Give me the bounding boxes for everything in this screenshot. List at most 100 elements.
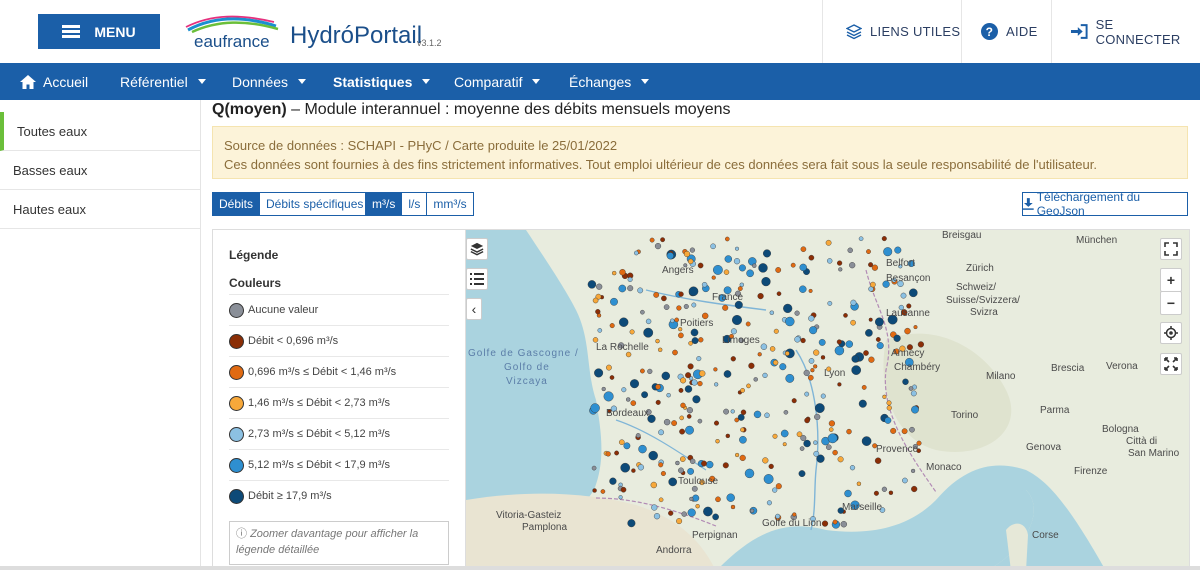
station-point[interactable]	[808, 358, 815, 364]
station-point[interactable]	[814, 413, 821, 421]
station-point[interactable]	[799, 263, 807, 272]
station-point[interactable]	[698, 337, 704, 343]
station-point[interactable]	[605, 364, 612, 371]
unit-m3s-button[interactable]: m³/s	[365, 192, 403, 216]
station-point[interactable]	[633, 250, 639, 256]
station-point[interactable]	[625, 397, 631, 402]
station-point[interactable]	[711, 275, 716, 280]
station-point[interactable]	[733, 258, 741, 265]
station-point[interactable]	[590, 403, 600, 413]
station-point[interactable]	[762, 372, 768, 379]
station-point[interactable]	[597, 328, 603, 333]
station-point[interactable]	[744, 468, 755, 479]
station-point[interactable]	[654, 243, 662, 250]
station-point[interactable]	[618, 317, 629, 327]
station-point[interactable]	[594, 368, 604, 378]
station-point[interactable]	[680, 377, 687, 384]
station-point[interactable]	[689, 458, 696, 465]
station-point[interactable]	[627, 285, 634, 292]
station-point[interactable]	[784, 351, 790, 356]
station-point[interactable]	[881, 236, 887, 242]
station-point[interactable]	[730, 504, 736, 510]
station-point[interactable]	[827, 301, 833, 306]
station-point[interactable]	[705, 460, 714, 469]
station-point[interactable]	[843, 313, 848, 318]
station-point[interactable]	[722, 462, 729, 469]
station-point[interactable]	[746, 383, 751, 389]
station-point[interactable]	[858, 236, 864, 241]
station-point[interactable]	[813, 450, 820, 457]
station-point[interactable]	[686, 414, 692, 419]
sidebar-item-basses-eaux[interactable]: Basses eaux	[0, 151, 200, 190]
station-point[interactable]	[753, 410, 762, 419]
station-point[interactable]	[813, 349, 820, 356]
station-point[interactable]	[883, 247, 893, 257]
station-point[interactable]	[592, 488, 597, 493]
station-point[interactable]	[772, 487, 778, 493]
station-point[interactable]	[587, 280, 597, 289]
station-point[interactable]	[637, 287, 644, 294]
station-point[interactable]	[619, 269, 626, 276]
station-point[interactable]	[668, 477, 677, 487]
station-point[interactable]	[886, 400, 892, 406]
station-point[interactable]	[591, 465, 597, 471]
station-point[interactable]	[851, 365, 862, 375]
station-point[interactable]	[676, 305, 682, 311]
station-point[interactable]	[836, 339, 842, 345]
station-point[interactable]	[746, 269, 754, 278]
station-point[interactable]	[691, 337, 699, 345]
station-point[interactable]	[730, 328, 737, 335]
station-point[interactable]	[614, 450, 620, 456]
station-point[interactable]	[650, 481, 658, 489]
station-point[interactable]	[893, 334, 901, 342]
station-point[interactable]	[902, 378, 909, 386]
station-point[interactable]	[813, 364, 818, 369]
station-point[interactable]	[844, 489, 852, 498]
station-point[interactable]	[748, 362, 755, 369]
station-point[interactable]	[908, 288, 918, 298]
station-point[interactable]	[858, 399, 867, 408]
station-point[interactable]	[635, 433, 641, 438]
station-point[interactable]	[658, 462, 664, 468]
station-point[interactable]	[828, 420, 836, 427]
fullscreen-control[interactable]	[1160, 238, 1182, 260]
station-point[interactable]	[750, 508, 755, 513]
station-point[interactable]	[600, 489, 606, 494]
station-point[interactable]	[807, 374, 814, 381]
station-point[interactable]	[647, 368, 653, 375]
station-point[interactable]	[753, 377, 758, 382]
station-point[interactable]	[785, 373, 795, 383]
station-point[interactable]	[780, 429, 789, 438]
station-point[interactable]	[783, 303, 793, 314]
station-point[interactable]	[866, 249, 871, 254]
station-point[interactable]	[627, 519, 636, 528]
station-point[interactable]	[668, 510, 674, 516]
station-point[interactable]	[640, 309, 645, 315]
station-map[interactable]: Golfe de Gascogne / Golfo de Vizcaya Bre…	[465, 229, 1190, 570]
station-point[interactable]	[800, 337, 806, 344]
expand-control[interactable]	[1160, 353, 1182, 375]
unit-mm3s-button[interactable]: mm³/s	[427, 192, 474, 216]
station-point[interactable]	[637, 464, 645, 471]
station-point[interactable]	[861, 436, 872, 446]
station-point[interactable]	[810, 368, 815, 373]
station-point[interactable]	[680, 402, 686, 409]
station-point[interactable]	[818, 339, 826, 346]
station-point[interactable]	[681, 511, 687, 517]
station-point[interactable]	[740, 387, 745, 393]
station-point[interactable]	[808, 254, 815, 261]
station-point[interactable]	[791, 398, 797, 404]
station-point[interactable]	[757, 292, 764, 300]
station-point[interactable]	[837, 456, 844, 463]
station-point[interactable]	[834, 345, 845, 356]
station-point[interactable]	[808, 288, 813, 293]
station-point[interactable]	[618, 495, 623, 500]
station-point[interactable]	[813, 440, 818, 445]
station-point[interactable]	[849, 465, 856, 471]
station-point[interactable]	[847, 247, 853, 253]
nav-home[interactable]: Accueil	[19, 63, 88, 100]
station-point[interactable]	[697, 262, 704, 269]
station-point[interactable]	[772, 433, 778, 439]
station-point[interactable]	[868, 356, 875, 363]
station-point[interactable]	[666, 252, 674, 260]
